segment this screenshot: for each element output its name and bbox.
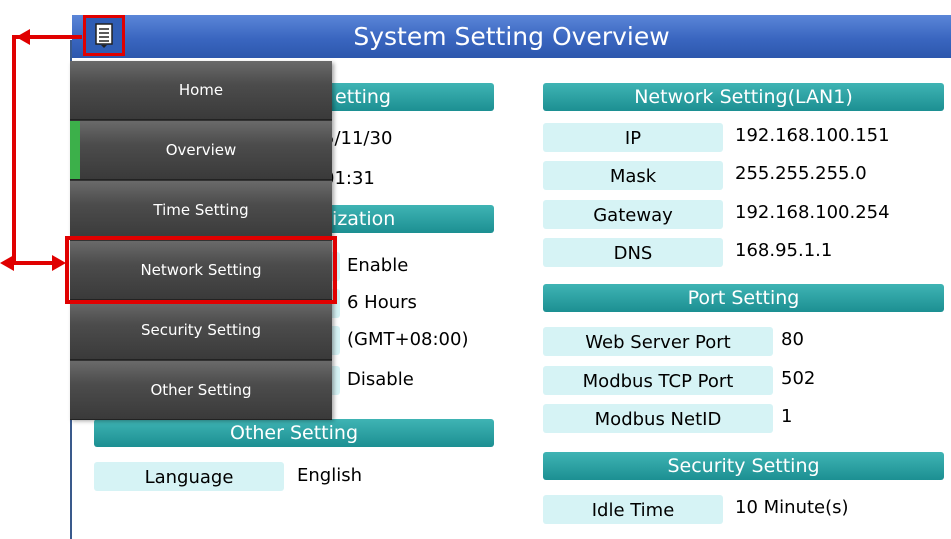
ip-value: 192.168.100.151: [735, 125, 890, 146]
language-label: Language: [94, 462, 284, 491]
network-section-title: Network Setting(LAN1): [634, 86, 853, 108]
web-port-value: 80: [781, 329, 804, 350]
mask-label: Mask: [543, 161, 723, 190]
menu-item-home-label: Home: [178, 81, 224, 99]
modbus-tcp-label: Modbus TCP Port: [543, 366, 773, 395]
port-section-header: Port Setting: [543, 284, 944, 312]
annotation-arrowhead-top: [16, 29, 30, 45]
nav-menu: Home Overview Time Setting Network Setti…: [70, 61, 332, 420]
page-title: System Setting Overview: [353, 22, 670, 51]
sync-value-2: 6 Hours: [347, 292, 417, 313]
sync-value-3: (GMT+08:00): [347, 329, 469, 350]
menu-item-network-setting-label: Network Setting: [140, 261, 262, 279]
annotation-line-bottom: [12, 261, 57, 265]
other-section-title: Other Setting: [229, 422, 359, 444]
annotation-arrowhead-right: [52, 255, 66, 271]
web-port-label: Web Server Port: [543, 327, 773, 356]
menu-item-other-setting-label: Other Setting: [150, 381, 252, 399]
ip-label: IP: [543, 123, 723, 152]
security-section-title: Security Setting: [667, 455, 820, 477]
menu-item-time-setting[interactable]: Time Setting: [70, 181, 332, 240]
idle-time-label: Idle Time: [543, 495, 723, 524]
modbus-netid-label: Modbus NetID: [543, 404, 773, 433]
menu-button[interactable]: [83, 15, 125, 56]
sync-value-4: Disable: [347, 369, 414, 390]
annotation-line-vertical: [12, 35, 16, 265]
menu-item-home[interactable]: Home: [70, 61, 332, 120]
menu-item-security-setting-label: Security Setting: [140, 321, 262, 339]
gateway-label: Gateway: [543, 200, 723, 229]
mask-value: 255.255.255.0: [735, 163, 867, 184]
menu-item-time-setting-label: Time Setting: [153, 201, 249, 219]
menu-item-security-setting[interactable]: Security Setting: [70, 301, 332, 360]
sync-value-1: Enable: [347, 255, 409, 276]
time-section-title: etting: [335, 86, 391, 108]
menu-item-other-setting[interactable]: Other Setting: [70, 361, 332, 420]
modbus-tcp-value: 502: [781, 368, 816, 389]
security-section-header: Security Setting: [543, 452, 944, 480]
date-value: 5/11/30: [323, 128, 393, 149]
gateway-value: 192.168.100.254: [735, 202, 890, 223]
dns-value: 168.95.1.1: [735, 240, 833, 261]
other-section-header: Other Setting: [94, 419, 494, 447]
language-value: English: [297, 465, 362, 486]
port-section-title: Port Setting: [687, 287, 800, 309]
document-list-icon: [95, 22, 113, 48]
menu-item-network-setting[interactable]: Network Setting: [70, 241, 332, 300]
annotation-arrowhead-bottom: [0, 255, 14, 271]
menu-item-overview-label: Overview: [165, 141, 237, 159]
idle-time-value: 10 Minute(s): [735, 497, 849, 518]
dns-label: DNS: [543, 238, 723, 267]
modbus-netid-value: 1: [781, 406, 793, 427]
network-section-header: Network Setting(LAN1): [543, 83, 944, 111]
menu-item-overview[interactable]: Overview: [70, 121, 332, 180]
